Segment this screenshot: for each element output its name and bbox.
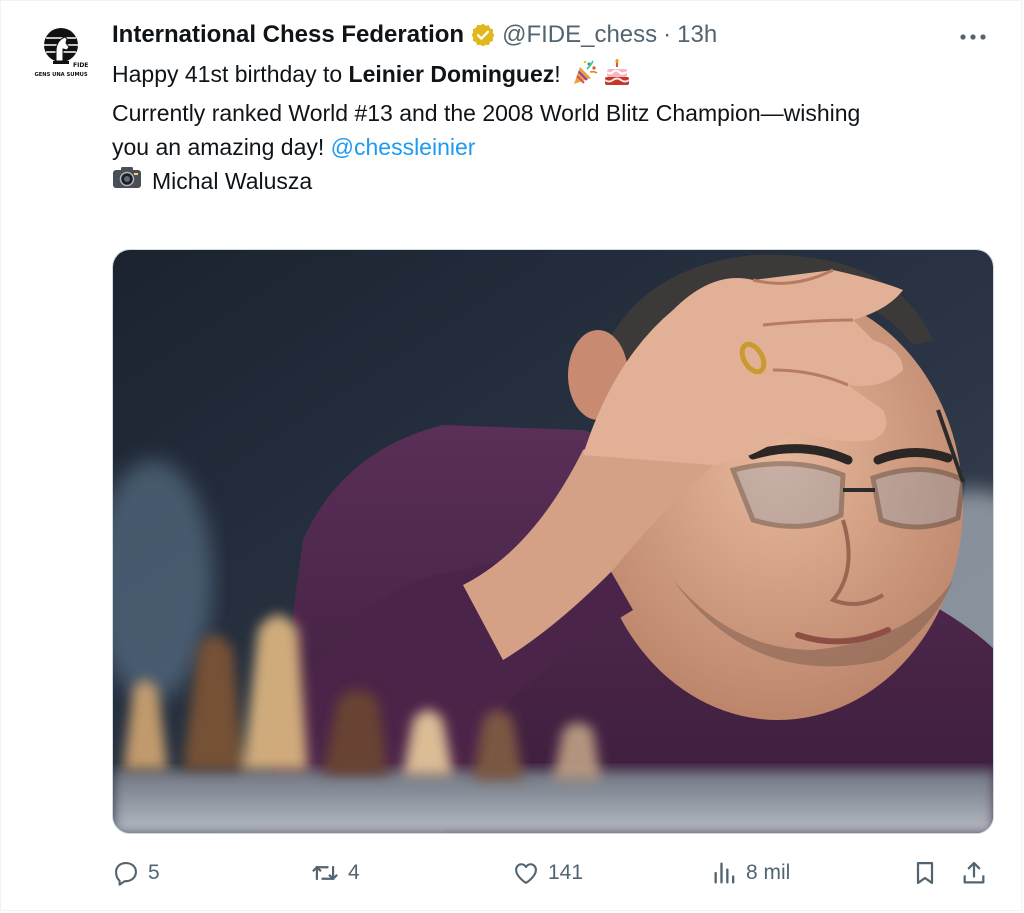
bookmark-icon [916, 861, 934, 885]
tweet-photo[interactable] [112, 249, 994, 834]
reply-count: 5 [148, 861, 160, 884]
tweet-bold-name: Leinier Dominguez [348, 61, 555, 87]
avatar-motto: GENS UNA SUMUS [34, 72, 87, 78]
bookmark-button[interactable] [912, 853, 938, 893]
verified-badge-icon[interactable] [470, 22, 496, 48]
photo-credit-name: Michal Walusza [152, 168, 313, 194]
reply-button[interactable]: 5 [112, 853, 160, 893]
tweet-actions: 5 4 141 8 mil [112, 853, 994, 893]
tweet-line-3: you an amazing day! @chessleinier [112, 130, 992, 164]
like-count: 141 [548, 861, 584, 884]
tweet-line-1-suffix: ! [554, 61, 561, 87]
photo-credit: Michal Walusza [112, 164, 992, 198]
views-button[interactable]: 8 mil [712, 853, 790, 893]
camera-icon [112, 164, 142, 198]
photo-illustration [113, 250, 993, 833]
like-button[interactable]: 141 [512, 853, 583, 893]
tweet-line-2: Currently ranked World #13 and the 2008 … [112, 100, 861, 126]
tweet-card[interactable]: FIDE GENS UNA SUMUS International Chess … [0, 0, 1022, 911]
avatar-logo-text: FIDE [73, 62, 88, 69]
views-chart-icon [714, 862, 735, 884]
share-icon [963, 861, 985, 884]
repost-button[interactable]: 4 [310, 853, 360, 893]
display-name[interactable]: International Chess Federation [112, 21, 464, 49]
repost-count: 4 [348, 861, 360, 884]
tweet-text: Happy 41st birthday to Leinier Dominguez… [112, 57, 992, 198]
view-count: 8 mil [746, 861, 791, 884]
tweet-line-1-prefix: Happy 41st birthday to [112, 61, 349, 87]
header-separator: · [663, 21, 672, 48]
party-popper-icon [571, 59, 599, 96]
author-handle[interactable]: @FIDE_chess [502, 21, 657, 49]
avatar[interactable]: FIDE GENS UNA SUMUS [29, 21, 93, 85]
birthday-cake-icon [603, 59, 631, 96]
tweet-line-3-text: you an amazing day! [112, 134, 331, 160]
heart-icon [515, 863, 537, 884]
post-timestamp[interactable]: 13h [677, 21, 717, 49]
share-button[interactable] [960, 853, 988, 893]
tweet-line-1: Happy 41st birthday to Leinier Dominguez… [112, 57, 992, 96]
repost-icon [312, 865, 338, 881]
more-options-icon[interactable] [953, 23, 993, 51]
mention-link[interactable]: @chessleinier [331, 134, 476, 160]
reply-icon [115, 862, 137, 886]
tweet-header: International Chess Federation @FIDE_che… [112, 19, 717, 51]
